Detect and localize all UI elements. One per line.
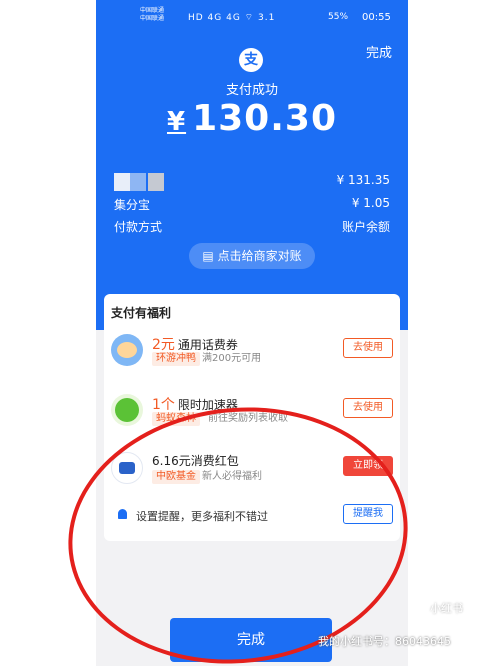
benefit-title: 6.16元消费红包 — [152, 454, 239, 468]
currency-symbol: ¥ — [166, 107, 187, 137]
benefit-title: 1个 限时加速器 — [152, 397, 238, 413]
method-value: 账户余额 — [341, 220, 390, 234]
done-button[interactable]: 完成 — [170, 618, 332, 662]
amount-value: 130.30 — [192, 98, 337, 139]
status-bar: 中国联通 中国联通 HD 4G 4G ⌔ 3.1 55% 00:55 — [96, 0, 408, 32]
alipay-logo-icon: 支 — [239, 48, 263, 72]
benefits-card: 支付有福利 2元 通用话费券 环游冲鸭 满200元可用 去使用 1个 限时加速器 蚂… — [104, 294, 400, 541]
reminder-row: 设置提醒，更多福利不错过 提醒我 — [104, 500, 400, 530]
benefits-title: 支付有福利 — [111, 306, 172, 320]
benefit-tag: 中欧基金 — [152, 470, 200, 484]
method-label: 付款方式 — [114, 220, 163, 234]
total-value: ¥ 131.35 — [336, 173, 390, 187]
reconcile-button[interactable]: ▤ 点击给商家对账 — [189, 243, 315, 269]
benefit-tag: 环游冲鸭 — [152, 352, 200, 366]
benefit-item: 1个 限时加速器 蚂蚁森林 前往奖励列表收取 去使用 — [104, 388, 400, 444]
benefit-desc: 新人必得福利 — [202, 471, 262, 482]
battery-icon: 55% — [328, 12, 349, 22]
points-value: ¥ 1.05 — [351, 196, 390, 210]
payment-header: 中国联通 中国联通 HD 4G 4G ⌔ 3.1 55% 00:55 完成 支 … — [96, 0, 408, 330]
use-button[interactable]: 去使用 — [343, 338, 393, 358]
benefit-desc: 满200元可用 — [202, 353, 262, 364]
benefit-desc: 前往奖励列表收取 — [208, 413, 288, 424]
remind-me-button[interactable]: 提醒我 — [343, 504, 393, 524]
benefit-item: 2元 通用话费券 环游冲鸭 满200元可用 去使用 — [104, 328, 400, 384]
benefit-title: 2元 通用话费券 — [152, 337, 238, 353]
signal-icons: HD 4G 4G ⌔ 3.1 — [188, 13, 276, 23]
benefit-item: 6.16元消费红包 中欧基金 新人必得福利 立即领 — [104, 446, 400, 502]
reminder-text: 设置提醒，更多福利不错过 — [136, 510, 268, 523]
fund-logo-icon — [111, 452, 143, 484]
payment-status-title: 支付成功 — [225, 83, 278, 98]
payment-amount: ¥130.30 — [96, 98, 408, 139]
phone-screen: 中国联通 中国联通 HD 4G 4G ⌔ 3.1 55% 00:55 完成 支 … — [96, 0, 408, 666]
use-button[interactable]: 去使用 — [343, 398, 393, 418]
benefit-tag: 蚂蚁森林 — [152, 412, 200, 426]
detail-row-points: 集分宝 ¥ 1.05 — [114, 196, 390, 213]
claim-button[interactable]: 立即领 — [343, 456, 393, 476]
green-energy-icon — [111, 394, 143, 426]
reconcile-label: 点击给商家对账 — [217, 249, 302, 263]
watermark-text: 我的小红书号：86043645 — [318, 635, 451, 648]
bell-icon — [118, 509, 127, 519]
carrier-1: 中国联通 — [140, 7, 165, 14]
watermark-logo: 小红书 — [430, 602, 463, 615]
document-icon: ▤ — [202, 249, 218, 263]
done-link[interactable]: 完成 — [366, 42, 392, 61]
carrier-2: 中国联通 — [140, 15, 165, 22]
detail-row-method: 付款方式 账户余额 — [114, 218, 390, 235]
points-label: 集分宝 — [114, 198, 151, 212]
duck-icon — [111, 334, 143, 366]
pixelated-mosaic — [114, 173, 166, 191]
carrier-label: 中国联通 中国联通 — [140, 7, 164, 23]
status-time: 00:55 — [362, 12, 391, 23]
